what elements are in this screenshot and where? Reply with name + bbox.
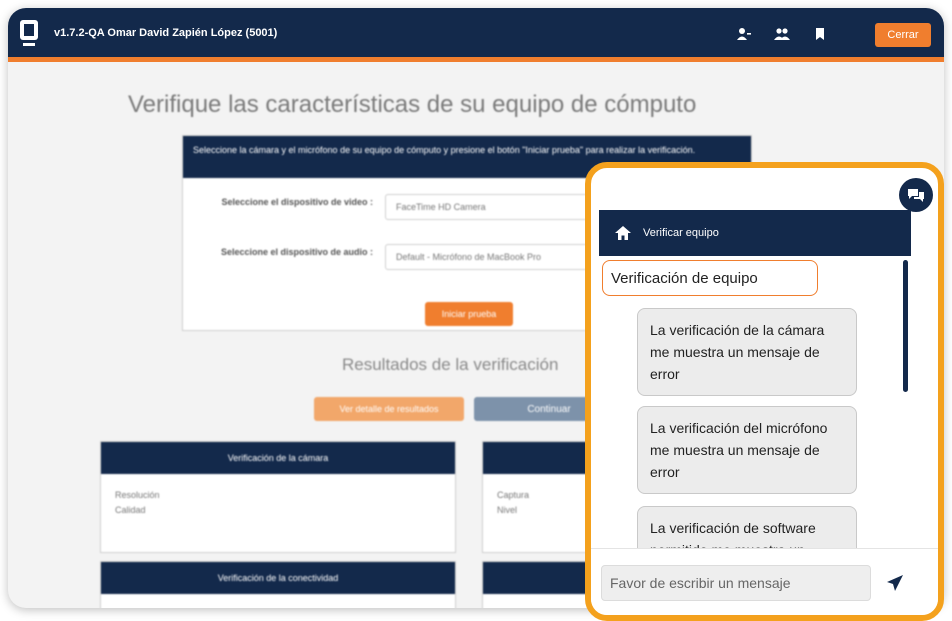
- chat-option-microphone-error[interactable]: La verificación del micrófono me muestra…: [637, 406, 857, 494]
- close-button[interactable]: Cerrar: [875, 23, 931, 47]
- camera-verification-panel: Verificación de la cámara Resolución Cal…: [100, 441, 456, 553]
- chat-header: Verificar equipo: [599, 210, 911, 256]
- camera-panel-title: Verificación de la cámara: [101, 442, 455, 474]
- chat-toggle-button[interactable]: [899, 178, 933, 212]
- top-bar: v1.7.2-QA Omar David Zapién López (5001)…: [8, 8, 944, 62]
- chat-option-camera-error[interactable]: La verificación de la cámara me muestra …: [637, 308, 857, 396]
- audio-device-label: Seleccione el dispositivo de audio :: [220, 247, 373, 257]
- camera-resolution-label: Resolución: [115, 490, 160, 500]
- start-test-button[interactable]: Iniciar prueba: [425, 302, 513, 326]
- connectivity-panel-title: Verificación de la conectividad: [101, 562, 455, 594]
- chat-header-label: Verificar equipo: [643, 227, 719, 239]
- chat-message-input[interactable]: [601, 565, 871, 601]
- chat-bubbles-icon: [908, 189, 924, 202]
- chat-widget: Verificar equipo Verificación de equipo …: [585, 162, 944, 621]
- video-device-label: Seleccione el dispositivo de video :: [221, 197, 373, 207]
- version-user-label: v1.7.2-QA Omar David Zapién López (5001): [54, 27, 278, 39]
- camera-quality-label: Calidad: [115, 505, 146, 515]
- home-icon[interactable]: [615, 226, 631, 240]
- view-details-button[interactable]: Ver detalle de resultados: [314, 397, 464, 421]
- connectivity-verification-panel: Verificación de la conectividad: [100, 561, 456, 608]
- logo-icon: [20, 20, 38, 46]
- chat-footer: [591, 548, 938, 615]
- user-profile-icon[interactable]: [736, 26, 752, 42]
- results-title: Resultados de la verificación: [342, 355, 559, 374]
- users-group-icon[interactable]: [774, 26, 790, 42]
- send-icon: [887, 575, 903, 591]
- send-button[interactable]: [883, 571, 907, 595]
- page-title: Verifique las características de su equi…: [128, 91, 697, 118]
- chat-scrollbar[interactable]: [903, 260, 908, 392]
- bookmark-icon[interactable]: [812, 26, 828, 42]
- selected-topic-chip[interactable]: Verificación de equipo: [602, 260, 818, 296]
